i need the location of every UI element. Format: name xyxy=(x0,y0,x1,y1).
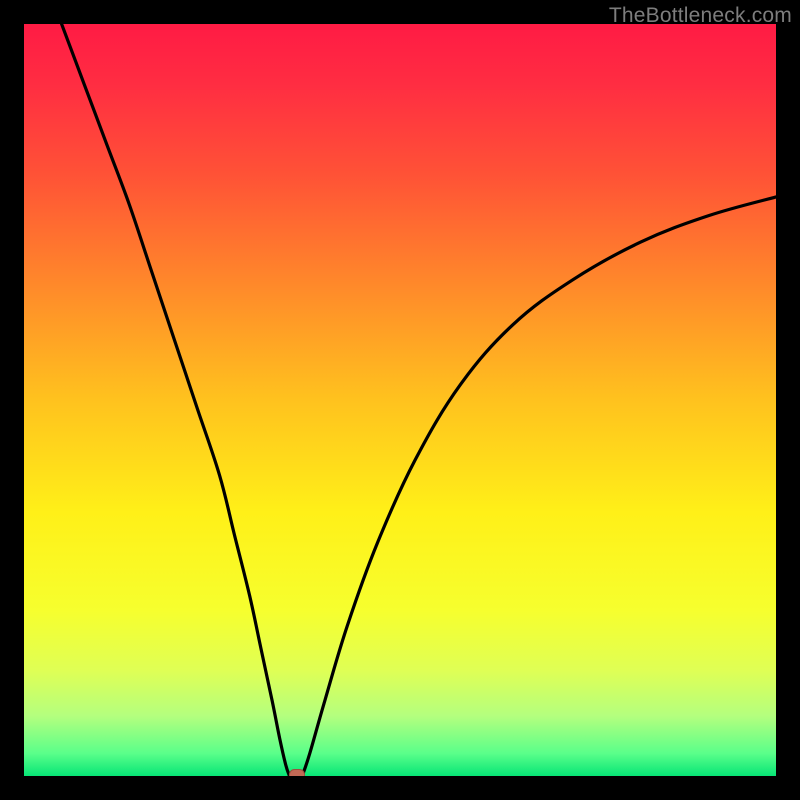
chart-frame xyxy=(24,24,776,776)
gradient-bg xyxy=(24,24,776,776)
bottleneck-chart xyxy=(24,24,776,776)
watermark-text: TheBottleneck.com xyxy=(609,4,792,28)
marker-dot xyxy=(289,770,304,777)
